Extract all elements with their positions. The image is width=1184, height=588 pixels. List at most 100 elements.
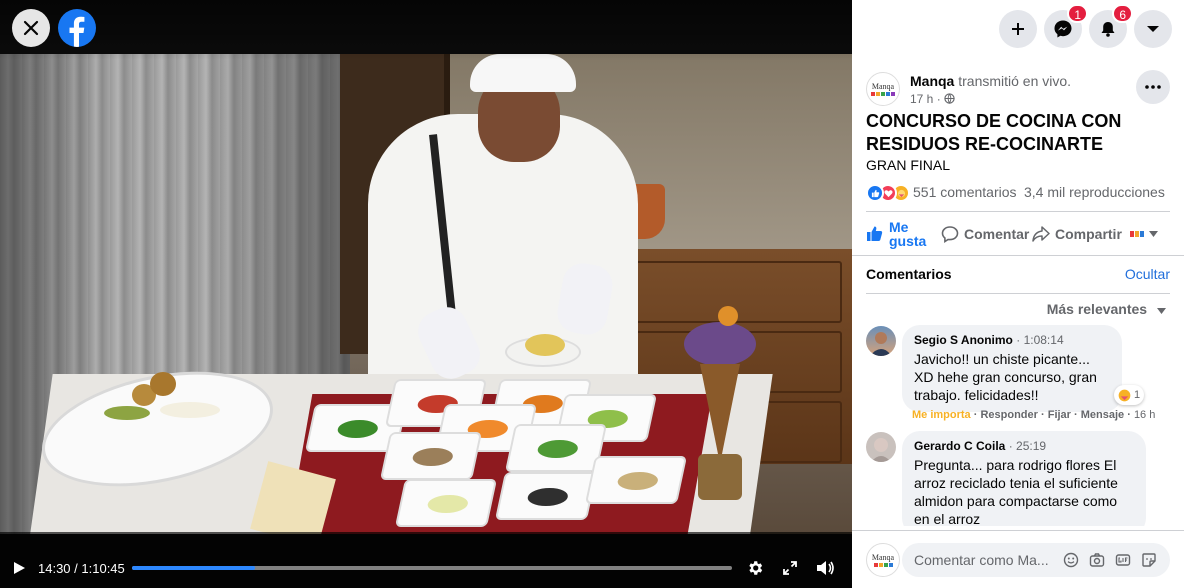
- thumb-up-icon: [867, 226, 883, 241]
- post-action-text: transmitió en vivo.: [954, 73, 1072, 89]
- composer-avatar-text: Manqa: [871, 553, 895, 562]
- globe-icon: [944, 93, 955, 104]
- hide-comments-link[interactable]: Ocultar: [1125, 266, 1170, 282]
- comment-bubble: Gerardo C Coila · 25:19 Pregunta... para…: [902, 431, 1146, 526]
- comment-composer: Manqa Comentar como Ma...: [852, 530, 1184, 588]
- thumb-up-icon: [871, 189, 879, 197]
- post-options-button[interactable]: [1136, 70, 1170, 104]
- volume-button[interactable]: [815, 558, 835, 578]
- seek-bar[interactable]: [132, 566, 732, 570]
- messenger-button[interactable]: 1: [1044, 4, 1088, 48]
- caret-down-icon: [1157, 308, 1166, 314]
- scene-food: [160, 402, 220, 418]
- facebook-f-icon: [69, 16, 85, 47]
- divider: [866, 293, 1170, 294]
- avatar-image: [871, 438, 891, 462]
- emoji-button[interactable]: [1062, 551, 1080, 569]
- avatar-dot: [876, 92, 880, 96]
- sticker-icon: [1142, 553, 1156, 567]
- view-count: 3,4 mil reproducciones: [1024, 184, 1165, 200]
- scene-bowl: [379, 432, 483, 480]
- gif-button[interactable]: [1114, 551, 1132, 569]
- care-reaction-icon: [1118, 389, 1131, 401]
- video-controls-bar: [0, 532, 852, 588]
- commenter-avatar[interactable]: [866, 432, 896, 462]
- time-total: 1:10:45: [81, 561, 125, 576]
- post-meta: 17 h ·: [910, 92, 955, 106]
- gif-icon: [1115, 554, 1131, 566]
- fullscreen-icon: [783, 561, 797, 575]
- comment-label: Comentar: [964, 226, 1030, 242]
- video-time-link: 25:19: [1016, 439, 1047, 453]
- comment-reply-link[interactable]: Responder: [980, 409, 1037, 421]
- commenter-avatar[interactable]: [866, 326, 896, 356]
- comment-header: Segio S Anonimo · 1:08:14: [914, 333, 1110, 347]
- post-header: Manqa Manqa transmitió en vivo. 17 h ·: [866, 70, 1176, 110]
- avatar-dot: [883, 563, 888, 567]
- fullscreen-button[interactable]: [780, 558, 800, 578]
- comment-button[interactable]: Comentar: [941, 216, 1029, 252]
- account-menu-button[interactable]: [1134, 10, 1172, 48]
- scene-bowl: [494, 472, 598, 520]
- avatar-color-dots: [873, 563, 893, 567]
- comment-like-link[interactable]: Me importa: [912, 409, 971, 421]
- camera-button[interactable]: [1088, 551, 1106, 569]
- like-button[interactable]: Me gusta: [866, 216, 929, 252]
- commenter-name[interactable]: Gerardo C Coila: [914, 439, 1005, 453]
- mini-dot: [1135, 231, 1139, 237]
- comment-pin-link[interactable]: Fijar: [1048, 409, 1071, 421]
- create-button[interactable]: [999, 10, 1037, 48]
- caret-down-icon: [1149, 231, 1158, 237]
- commenter-name[interactable]: Segio S Anonimo: [914, 333, 1013, 347]
- comment-bubble: Segio S Anonimo · 1:08:14 Javicho!! un c…: [902, 325, 1122, 412]
- plus-icon: [1012, 23, 1024, 35]
- comments-list: Segio S Anonimo · 1:08:14 Javicho!! un c…: [852, 320, 1184, 526]
- scene-bowl: [584, 456, 688, 504]
- heart-icon: [883, 189, 893, 197]
- close-button[interactable]: [12, 9, 50, 47]
- react-as-page-selector[interactable]: [1130, 216, 1158, 252]
- comment-reactions[interactable]: 1: [1114, 385, 1145, 405]
- post-author[interactable]: Manqa: [910, 73, 954, 89]
- video-frame: [0, 54, 852, 534]
- scene-bowl: [394, 479, 498, 527]
- video-player[interactable]: 14:30 / 1:10:45: [0, 0, 852, 588]
- share-button[interactable]: Compartir: [1032, 216, 1122, 252]
- post-title: CONCURSO DE COCINA CON RESIDUOS RE-COCIN…: [866, 111, 1122, 154]
- comment-input-placeholder: Comentar como Ma...: [914, 552, 1049, 568]
- scene-bowl: [504, 424, 608, 472]
- comments-heading: Comentarios: [866, 266, 952, 282]
- time-current: 14:30: [38, 561, 71, 576]
- scene-food: [150, 372, 176, 396]
- comment-text: Pregunta... para rodrigo flores El arroz…: [914, 457, 1118, 526]
- play-icon: [14, 562, 25, 574]
- comment-message-link[interactable]: Mensaje: [1081, 409, 1124, 421]
- caret-down-icon: [1147, 26, 1159, 32]
- play-button[interactable]: [12, 561, 26, 575]
- comment-sort-selector[interactable]: Más relevantes: [1047, 301, 1166, 317]
- comment-count[interactable]: 551 comentarios: [913, 184, 1017, 200]
- post-author-line: Manqa transmitió en vivo.: [910, 73, 1071, 89]
- volume-icon: [817, 561, 834, 575]
- settings-button[interactable]: [745, 558, 765, 578]
- divider: [866, 211, 1170, 212]
- facebook-logo[interactable]: [58, 9, 96, 47]
- seek-bar-progress: [132, 566, 255, 570]
- post-timestamp[interactable]: 17 h: [910, 92, 933, 106]
- share-label: Compartir: [1055, 226, 1122, 242]
- notifications-button[interactable]: 6: [1089, 4, 1133, 48]
- comment-input[interactable]: Comentar como Ma...: [902, 543, 1170, 577]
- time-separator: /: [70, 561, 82, 576]
- comment-age[interactable]: 16 h: [1134, 409, 1155, 421]
- settings-gear-icon: [749, 561, 763, 575]
- post-side-panel: 1 6 Manqa Manqa transmitió en vivo. 17 h…: [852, 0, 1184, 588]
- page-avatar[interactable]: Manqa: [866, 72, 900, 106]
- mini-dot: [1130, 231, 1134, 237]
- mini-dot: [1140, 231, 1144, 237]
- sticker-button[interactable]: [1140, 551, 1158, 569]
- comment-video-time[interactable]: · 1:08:14: [1016, 333, 1063, 347]
- like-reaction-icon[interactable]: [866, 184, 884, 202]
- sort-label: Más relevantes: [1046, 301, 1148, 317]
- composer-avatar: Manqa: [866, 543, 900, 577]
- comment-video-time[interactable]: · 25:19: [1009, 439, 1046, 453]
